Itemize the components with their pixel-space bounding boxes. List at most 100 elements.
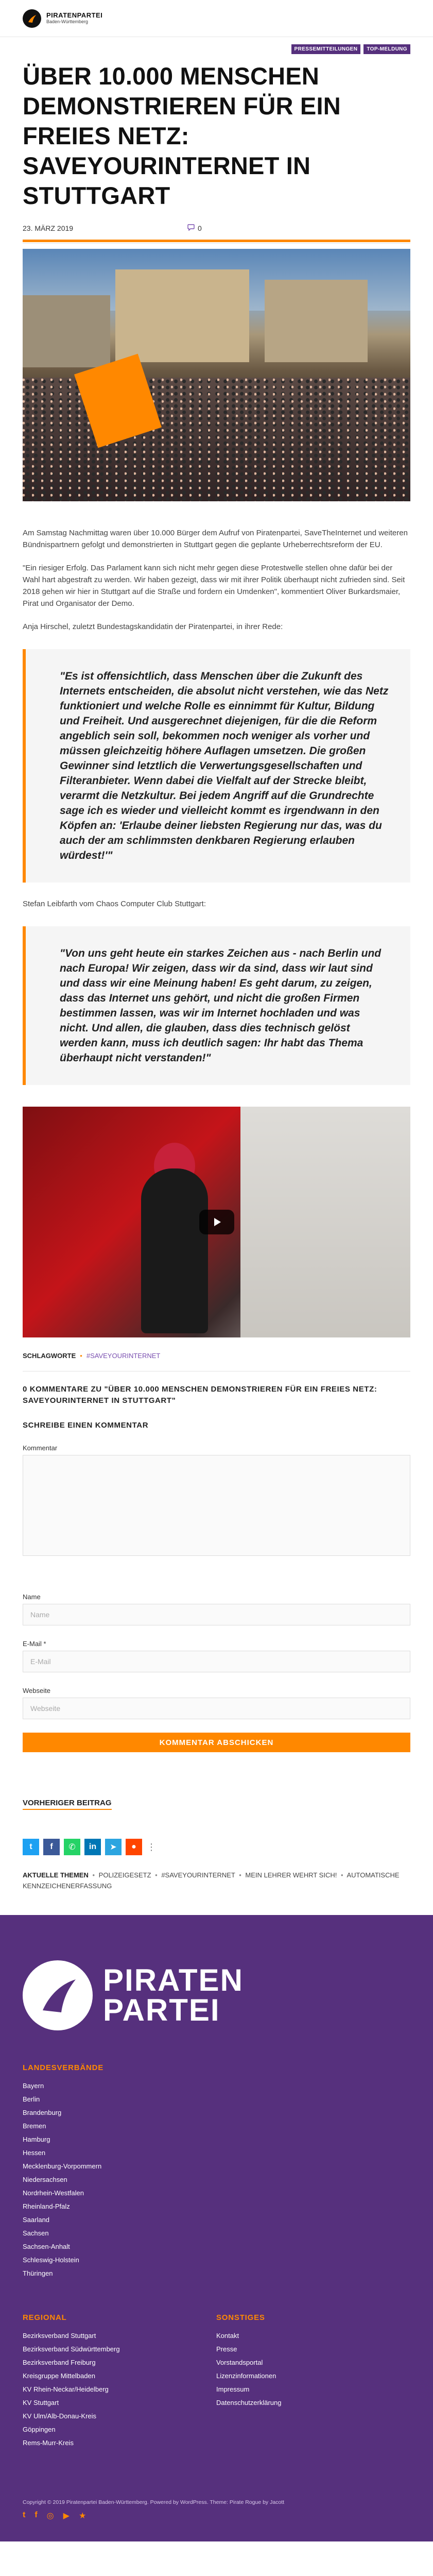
landesverbaende-list: Bayern Berlin Brandenburg Bremen Hamburg… bbox=[23, 2079, 410, 2280]
footer-link[interactable]: Göppingen bbox=[23, 2423, 216, 2436]
footer-logo-line2: PARTEI bbox=[103, 1993, 220, 2027]
footer-link[interactable]: KV Rhein-Neckar/Heidelberg bbox=[23, 2383, 216, 2396]
comment-textarea[interactable] bbox=[23, 1455, 410, 1556]
facebook-icon[interactable]: f bbox=[43, 1839, 60, 1855]
footer-link[interactable]: Sachsen bbox=[23, 2227, 410, 2240]
footer-link[interactable]: Bezirksverband Freiburg bbox=[23, 2356, 216, 2369]
trending-item[interactable]: #SAVEYOURINTERNET bbox=[161, 1871, 235, 1879]
regional-list: Bezirksverband Stuttgart Bezirksverband … bbox=[23, 2329, 216, 2450]
trending-label: AKTUELLE THEMEN bbox=[23, 1871, 89, 1879]
blockquote-stefan-leibfarth: "Von uns geht heute ein starkes Zeichen … bbox=[23, 926, 410, 1085]
twitter-icon[interactable]: t bbox=[23, 2511, 25, 2521]
title-underline bbox=[23, 240, 410, 242]
footer-link[interactable]: Niedersachsen bbox=[23, 2173, 410, 2187]
footer-link[interactable]: Presse bbox=[216, 2343, 410, 2356]
play-icon[interactable] bbox=[199, 1210, 234, 1234]
star-icon[interactable]: ★ bbox=[79, 2511, 86, 2521]
tags-label: SCHLAGWORTE bbox=[23, 1352, 76, 1360]
footer-link[interactable]: Bayern bbox=[23, 2079, 410, 2093]
tag-list: SCHLAGWORTE • #SAVEYOURINTERNET bbox=[23, 1352, 410, 1360]
category-badge-top-meldung[interactable]: TOP-MELDUNG bbox=[363, 44, 410, 54]
article-meta: 23. MÄRZ 2019 0 bbox=[23, 224, 410, 232]
site-footer: PIRATEN PARTEI LANDESVERBÄNDE Bayern Ber… bbox=[0, 1915, 433, 2541]
twitter-icon[interactable]: t bbox=[23, 1839, 39, 1855]
article-body: Am Samstag Nachmittag waren über 10.000 … bbox=[23, 527, 410, 633]
footer-link[interactable]: Rheinland-Pfalz bbox=[23, 2200, 410, 2213]
linkedin-icon[interactable]: in bbox=[84, 1839, 101, 1855]
footer-link[interactable]: Kontakt bbox=[216, 2329, 410, 2343]
footer-link[interactable]: Thüringen bbox=[23, 2267, 410, 2280]
tag-link[interactable]: #SAVEYOURINTERNET bbox=[86, 1352, 161, 1360]
paragraph: "Ein riesiger Erfolg. Das Parlament kann… bbox=[23, 564, 405, 608]
pirate-sail-icon bbox=[23, 1960, 93, 2030]
trending-item[interactable]: MEIN LEHRER WEHRT SICH! bbox=[245, 1871, 337, 1879]
footer-link[interactable]: Bremen bbox=[23, 2120, 410, 2133]
paragraph: Am Samstag Nachmittag waren über 10.000 … bbox=[23, 529, 408, 549]
footer-link[interactable]: Bezirksverband Südwürttemberg bbox=[23, 2343, 216, 2356]
footer-link[interactable]: Vorstandsportal bbox=[216, 2356, 410, 2369]
previous-post-link[interactable]: VORHERIGER BEITRAG bbox=[23, 1799, 112, 1810]
footer-link[interactable]: KV Ulm/Alb-Donau-Kreis bbox=[23, 2410, 216, 2423]
footer-link[interactable]: Mecklenburg-Vorpommern bbox=[23, 2160, 410, 2173]
sonstiges-heading: SONSTIGES bbox=[216, 2313, 265, 2322]
video-embed[interactable] bbox=[23, 1107, 410, 1337]
comment-count-link[interactable]: 0 bbox=[187, 224, 202, 232]
telegram-icon[interactable]: ➤ bbox=[105, 1839, 122, 1855]
comment-count: 0 bbox=[198, 224, 202, 232]
facebook-icon[interactable]: f bbox=[34, 2511, 37, 2521]
share-bar: t f ✆ in ➤ ● ⋮ bbox=[23, 1839, 410, 1855]
article-container: PRESSEMITTEILUNGEN TOP-MELDUNG ÜBER 10.0… bbox=[23, 44, 410, 1891]
footer-link[interactable]: Nordrhein-Westfalen bbox=[23, 2187, 410, 2200]
footer-logo-line1: PIRATEN bbox=[103, 1963, 244, 1997]
divider bbox=[23, 243, 410, 244]
footer-link[interactable]: Sachsen-Anhalt bbox=[23, 2240, 410, 2253]
comments-heading: 0 KOMMENTARE ZU "ÜBER 10.000 MENSCHEN DE… bbox=[23, 1385, 377, 1405]
sonstiges-list: Kontakt Presse Vorstandsportal Lizenzinf… bbox=[216, 2329, 410, 2410]
site-header: PIRATENPARTEI Baden-Württemberg bbox=[0, 0, 433, 37]
email-input[interactable]: E-Mail bbox=[23, 1651, 410, 1672]
pirate-sail-icon bbox=[23, 9, 41, 28]
footer-link[interactable]: Datenschutzerklärung bbox=[216, 2396, 410, 2410]
youtube-icon[interactable]: ▶ bbox=[63, 2511, 70, 2521]
footer-link[interactable]: Schleswig-Holstein bbox=[23, 2253, 410, 2267]
site-logo[interactable]: PIRATENPARTEI Baden-Württemberg bbox=[23, 9, 102, 28]
copyright-text: Copyright © 2019 Piratenpartei Baden-Wür… bbox=[23, 2499, 285, 2505]
name-input[interactable]: Name bbox=[23, 1604, 410, 1625]
footer-link[interactable]: Hessen bbox=[23, 2146, 410, 2160]
footer-link[interactable]: Saarland bbox=[23, 2213, 410, 2227]
website-input[interactable]: Webseite bbox=[23, 1698, 410, 1719]
trending-item[interactable]: POLIZEIGESETZ bbox=[99, 1871, 151, 1879]
landesverbaende-heading: LANDESVERBÄNDE bbox=[23, 2063, 104, 2072]
comment-label: Kommentar bbox=[23, 1444, 58, 1452]
footer-link[interactable]: Bezirksverband Stuttgart bbox=[23, 2329, 216, 2343]
more-options-icon[interactable]: ⋮ bbox=[146, 1842, 157, 1853]
whatsapp-icon[interactable]: ✆ bbox=[64, 1839, 80, 1855]
paragraph: Stefan Leibfarth vom Chaos Computer Club… bbox=[23, 900, 206, 908]
website-label: Webseite bbox=[23, 1687, 50, 1694]
blockquote-anja-hirschel: "Es ist offensichtlich, dass Menschen üb… bbox=[23, 649, 410, 883]
paragraph: Anja Hirschel, zuletzt Bundestagskandida… bbox=[23, 622, 283, 631]
category-badges: PRESSEMITTEILUNGEN TOP-MELDUNG bbox=[23, 44, 410, 54]
reddit-icon[interactable]: ● bbox=[126, 1839, 142, 1855]
bullet-icon: • bbox=[80, 1352, 82, 1360]
footer-link[interactable]: Lizenzinformationen bbox=[216, 2369, 410, 2383]
submit-comment-button[interactable]: KOMMENTAR ABSCHICKEN bbox=[23, 1733, 410, 1752]
category-badge-pressemitteilungen[interactable]: PRESSEMITTEILUNGEN bbox=[291, 44, 361, 54]
footer-link[interactable]: KV Stuttgart bbox=[23, 2396, 216, 2410]
regional-heading: REGIONAL bbox=[23, 2313, 67, 2322]
footer-link[interactable]: Kreisgruppe Mittelbaden bbox=[23, 2369, 216, 2383]
logo-subtitle: Baden-Württemberg bbox=[46, 19, 89, 24]
footer-link[interactable]: Brandenburg bbox=[23, 2106, 410, 2120]
logo-title: PIRATENPARTEI bbox=[46, 11, 103, 20]
footer-link[interactable]: Impressum bbox=[216, 2383, 410, 2396]
email-label: E-Mail * bbox=[23, 1640, 46, 1648]
footer-link[interactable]: Berlin bbox=[23, 2093, 410, 2106]
footer-link[interactable]: Rems-Murr-Kreis bbox=[23, 2436, 216, 2450]
instagram-icon[interactable]: ◎ bbox=[47, 2511, 54, 2521]
trending-topics: AKTUELLE THEMEN • POLIZEIGESETZ • #SAVEY… bbox=[23, 1871, 400, 1890]
footer-social-links: t f ◎ ▶ ★ bbox=[23, 2511, 410, 2521]
article-title: ÜBER 10.000 MENSCHEN DEMONSTRIEREN FÜR E… bbox=[23, 62, 341, 209]
footer-logo[interactable]: PIRATEN PARTEI bbox=[23, 1960, 410, 2030]
name-label: Name bbox=[23, 1593, 41, 1601]
footer-link[interactable]: Hamburg bbox=[23, 2133, 410, 2146]
